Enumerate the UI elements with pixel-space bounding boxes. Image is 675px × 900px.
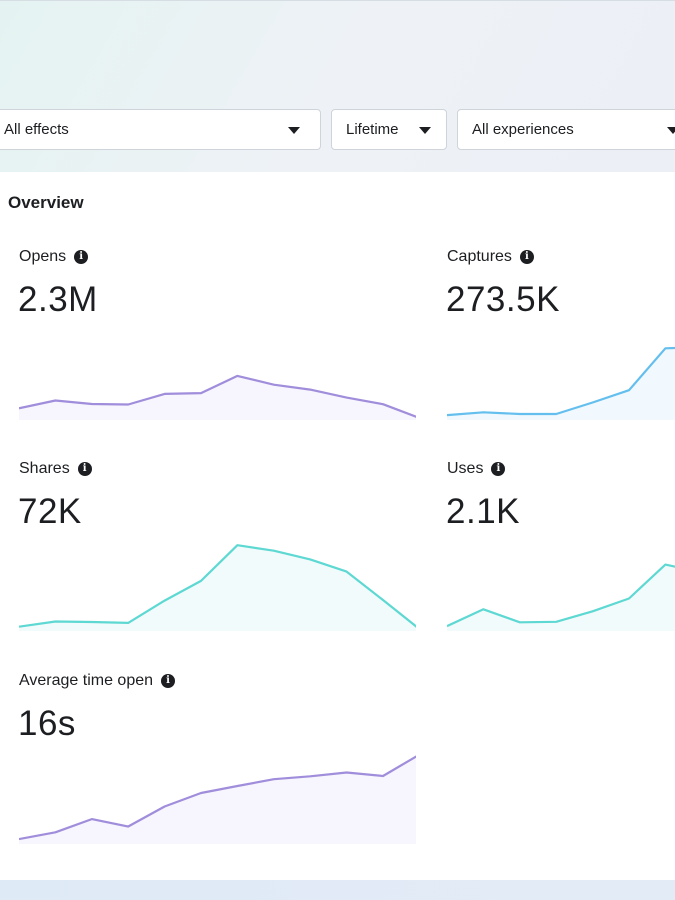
overview-title: Overview: [8, 193, 84, 212]
shares-label: Shares: [19, 460, 70, 477]
info-icon[interactable]: i: [77, 462, 92, 476]
caret-down-icon: [667, 127, 675, 134]
opens-value: 2.3M: [18, 280, 98, 319]
effects-select[interactable]: All effects: [0, 109, 321, 150]
effects-select-value: All effects: [4, 121, 69, 138]
info-icon[interactable]: i: [74, 250, 89, 264]
uses-sparkline: [447, 563, 675, 631]
info-icon[interactable]: i: [161, 674, 176, 688]
uses-value: 2.1K: [446, 492, 520, 531]
caret-down-icon: [288, 127, 300, 134]
shares-label-row: Shares i: [19, 460, 92, 478]
shares-value: 72K: [18, 492, 82, 531]
uses-label: Uses: [447, 460, 484, 477]
caret-down-icon: [419, 127, 431, 134]
avg-time-value: 16s: [18, 704, 76, 743]
opens-sparkline: [19, 374, 416, 420]
avg-time-label: Average time open: [19, 672, 154, 689]
shares-sparkline: [19, 544, 416, 631]
captures-label: Captures: [447, 248, 512, 265]
sparkline-area: [19, 756, 416, 844]
avg-time-label-row: Average time open i: [19, 672, 176, 690]
time-range-select[interactable]: Lifetime: [331, 109, 447, 150]
captures-sparkline: [447, 346, 675, 420]
info-icon[interactable]: i: [519, 250, 534, 264]
uses-label-row: Uses i: [447, 460, 506, 478]
sparkline-area: [447, 348, 675, 420]
opens-label: Opens: [19, 248, 67, 265]
time-range-select-value: Lifetime: [346, 121, 399, 138]
info-icon[interactable]: i: [491, 462, 506, 476]
footer-background: [0, 880, 675, 900]
opens-label-row: Opens i: [19, 248, 89, 266]
sparkline-area: [19, 545, 416, 631]
sparkline-area: [19, 375, 416, 420]
experiences-select-value: All experiences: [472, 121, 574, 138]
captures-label-row: Captures i: [447, 248, 534, 266]
captures-value: 273.5K: [446, 280, 560, 319]
avg-time-sparkline: [19, 755, 416, 844]
experiences-select[interactable]: All experiences: [457, 109, 675, 150]
